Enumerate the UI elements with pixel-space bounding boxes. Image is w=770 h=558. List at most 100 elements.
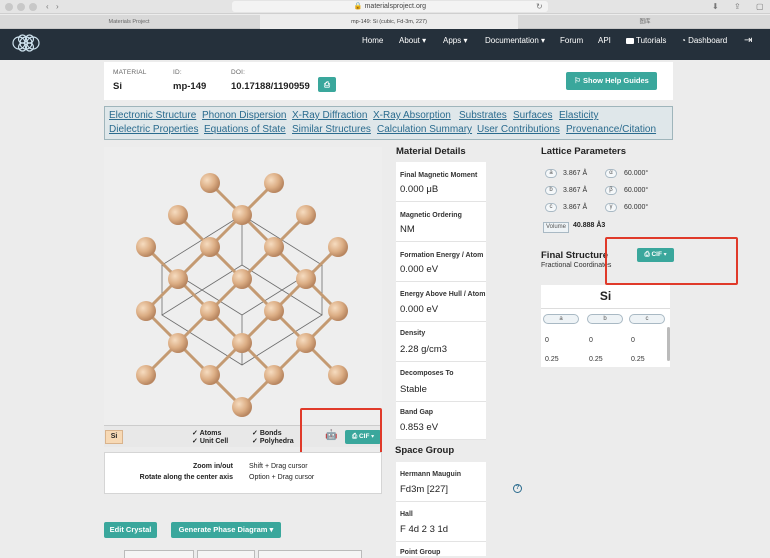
tool-tab-1[interactable]: [124, 550, 194, 558]
nav-forum[interactable]: Forum: [560, 29, 583, 53]
prop-label: Energy Above Hull / Atom: [400, 291, 486, 298]
reload-icon[interactable]: ↻: [536, 1, 543, 13]
table-scrollbar[interactable]: [667, 327, 670, 361]
link-provenance-citation[interactable]: Provenance/Citation: [566, 124, 656, 135]
zoom-control-label: Shift + Drag cursor: [249, 463, 308, 470]
minimize-window-icon[interactable]: [17, 3, 25, 11]
nav-tutorials[interactable]: Tutorials: [626, 29, 666, 53]
volume-value: 40.888 Å3: [573, 222, 606, 229]
sg-hall: Hall F 4d 2 3 1d: [396, 502, 486, 542]
polyhedra-checkbox-label: Polyhedra: [259, 438, 294, 445]
prop-label: Final Magnetic Moment: [400, 172, 478, 179]
phase-button-label: Generate Phase Diagram: [178, 525, 268, 534]
prop-value: F 4d 2 3 1d: [400, 524, 449, 535]
coordinates-table: Si a b c 0 0 0 0.25 0.25 0.25: [541, 285, 670, 367]
unit-cell-checkbox[interactable]: ✓ Unit Cell: [192, 437, 228, 445]
link-calculation-summary[interactable]: Calculation Summary: [377, 124, 472, 135]
nav-home[interactable]: Home: [362, 29, 383, 53]
tool-tab-2[interactable]: [197, 550, 255, 558]
sg-hermann-mauguin: Hermann Mauguin Fd3m [227] ?: [396, 462, 522, 502]
sg-point-group: Point Group: [396, 542, 486, 556]
lattice-b-value: 3.867 Å: [563, 187, 588, 194]
nav-documentation[interactable]: Documentation ▾: [485, 29, 545, 53]
link-substrates[interactable]: Substrates: [459, 110, 507, 121]
share-icon[interactable]: ⇪: [734, 1, 741, 13]
prop-density: Density 2.28 g/cm3: [396, 322, 486, 362]
column-header-a: a: [543, 314, 579, 324]
lattice-beta-value: 60.000°: [624, 187, 649, 194]
atoms: [136, 173, 348, 417]
table-cell: 0: [589, 337, 593, 344]
prop-label: Hermann Mauguin: [400, 471, 462, 478]
table-cell: 0: [631, 337, 635, 344]
tab-materials-project[interactable]: Materials Project: [0, 15, 258, 29]
material-id: mp-149: [173, 81, 207, 92]
prop-magnetic-ordering: Magnetic Ordering NM: [396, 202, 486, 242]
show-help-guides-button[interactable]: ⚐ Show Help Guides: [566, 72, 657, 90]
space-group-title: Space Group: [395, 445, 455, 456]
back-icon[interactable]: ‹: [46, 1, 49, 13]
doi-label: DOI:: [231, 69, 246, 76]
link-surfaces[interactable]: Surfaces: [513, 110, 552, 121]
nav-api[interactable]: API: [598, 29, 611, 53]
prop-value: 0.000 μB: [400, 184, 439, 195]
tab-mp-149[interactable]: mp-149: Si (cubic, Fd-3m, 227): [260, 15, 518, 29]
bonds-checkbox[interactable]: ✓ Bonds: [252, 429, 282, 437]
tab-gallery[interactable]: 图库: [520, 15, 770, 29]
link-electronic-structure[interactable]: Electronic Structure: [109, 110, 196, 121]
prop-value: 0.853 eV: [400, 422, 439, 433]
atoms-checkbox[interactable]: ✓ Atoms: [192, 429, 221, 437]
link-phonon-dispersion[interactable]: Phonon Dispersion: [202, 110, 287, 121]
final-structure-title: Final Structure: [541, 250, 609, 261]
viewer-help-panel: Zoom in/out Shift + Drag cursor Rotate a…: [104, 452, 382, 494]
nav-dashboard[interactable]: ◔ Dashboard: [681, 29, 727, 53]
info-icon[interactable]: ?: [513, 484, 522, 493]
link-dielectric-properties[interactable]: Dielectric Properties: [109, 124, 198, 135]
material-label: MATERIAL: [113, 69, 147, 76]
prop-value: 0.000 eV: [400, 304, 439, 315]
logout-icon[interactable]: ⇥: [744, 29, 752, 53]
forward-icon[interactable]: ›: [56, 1, 59, 13]
table-divider: [541, 308, 670, 309]
nav-apps-label: Apps: [443, 36, 462, 45]
material-details-title: Material Details: [396, 146, 466, 157]
download-icon[interactable]: ⬇: [712, 1, 719, 13]
highlight-box-structure-cif: [605, 237, 738, 285]
lattice-a-value: 3.867 Å: [563, 170, 588, 177]
address-bar[interactable]: 🔒 materialsproject.org: [232, 1, 548, 12]
nav-about[interactable]: About ▾: [399, 29, 426, 53]
youtube-icon: [626, 37, 634, 44]
link-user-contributions[interactable]: User Contributions: [477, 124, 560, 135]
edit-crystal-button[interactable]: Edit Crystal: [104, 522, 157, 538]
close-window-icon[interactable]: [5, 3, 13, 11]
prop-value: Stable: [400, 384, 427, 395]
link-elasticity[interactable]: Elasticity: [559, 110, 598, 121]
table-cell: 0.25: [545, 356, 559, 363]
help-button-label: Show Help Guides: [582, 76, 649, 85]
crystal-structure-render[interactable]: [104, 147, 382, 425]
materials-project-logo[interactable]: [10, 32, 42, 54]
property-links: Electronic Structure Phonon Dispersion X…: [104, 106, 673, 140]
prop-value: NM: [400, 224, 415, 235]
polyhedra-checkbox[interactable]: ✓ Polyhedra: [252, 437, 294, 445]
volume-label: Volume: [543, 222, 570, 233]
generate-phase-diagram-button[interactable]: Generate Phase Diagram ▾: [171, 522, 281, 538]
tabs-overview-icon[interactable]: ▢: [756, 1, 764, 13]
copy-doi-button[interactable]: ⎙: [318, 77, 336, 92]
zoom-window-icon[interactable]: [29, 3, 37, 11]
crystal-viewer[interactable]: [104, 147, 382, 425]
material-formula: Si: [113, 81, 122, 92]
nav-apps[interactable]: Apps ▾: [443, 29, 467, 53]
lattice-key-alpha: α: [605, 169, 617, 178]
prop-label: Density: [400, 330, 426, 337]
link-equations-of-state[interactable]: Equations of State: [204, 124, 286, 135]
link-xray-absorption[interactable]: X-Ray Absorption: [373, 110, 451, 121]
element-legend-si: Si: [105, 430, 123, 444]
lattice-parameters-title: Lattice Parameters: [541, 146, 627, 157]
link-xray-diffraction[interactable]: X-Ray Diffraction: [292, 110, 367, 121]
tool-tab-3[interactable]: [258, 550, 362, 558]
link-similar-structures[interactable]: Similar Structures: [292, 124, 371, 135]
nav-tutorials-label: Tutorials: [636, 36, 667, 45]
column-header-b: b: [587, 314, 623, 324]
lattice-key-gamma: γ: [605, 203, 617, 212]
